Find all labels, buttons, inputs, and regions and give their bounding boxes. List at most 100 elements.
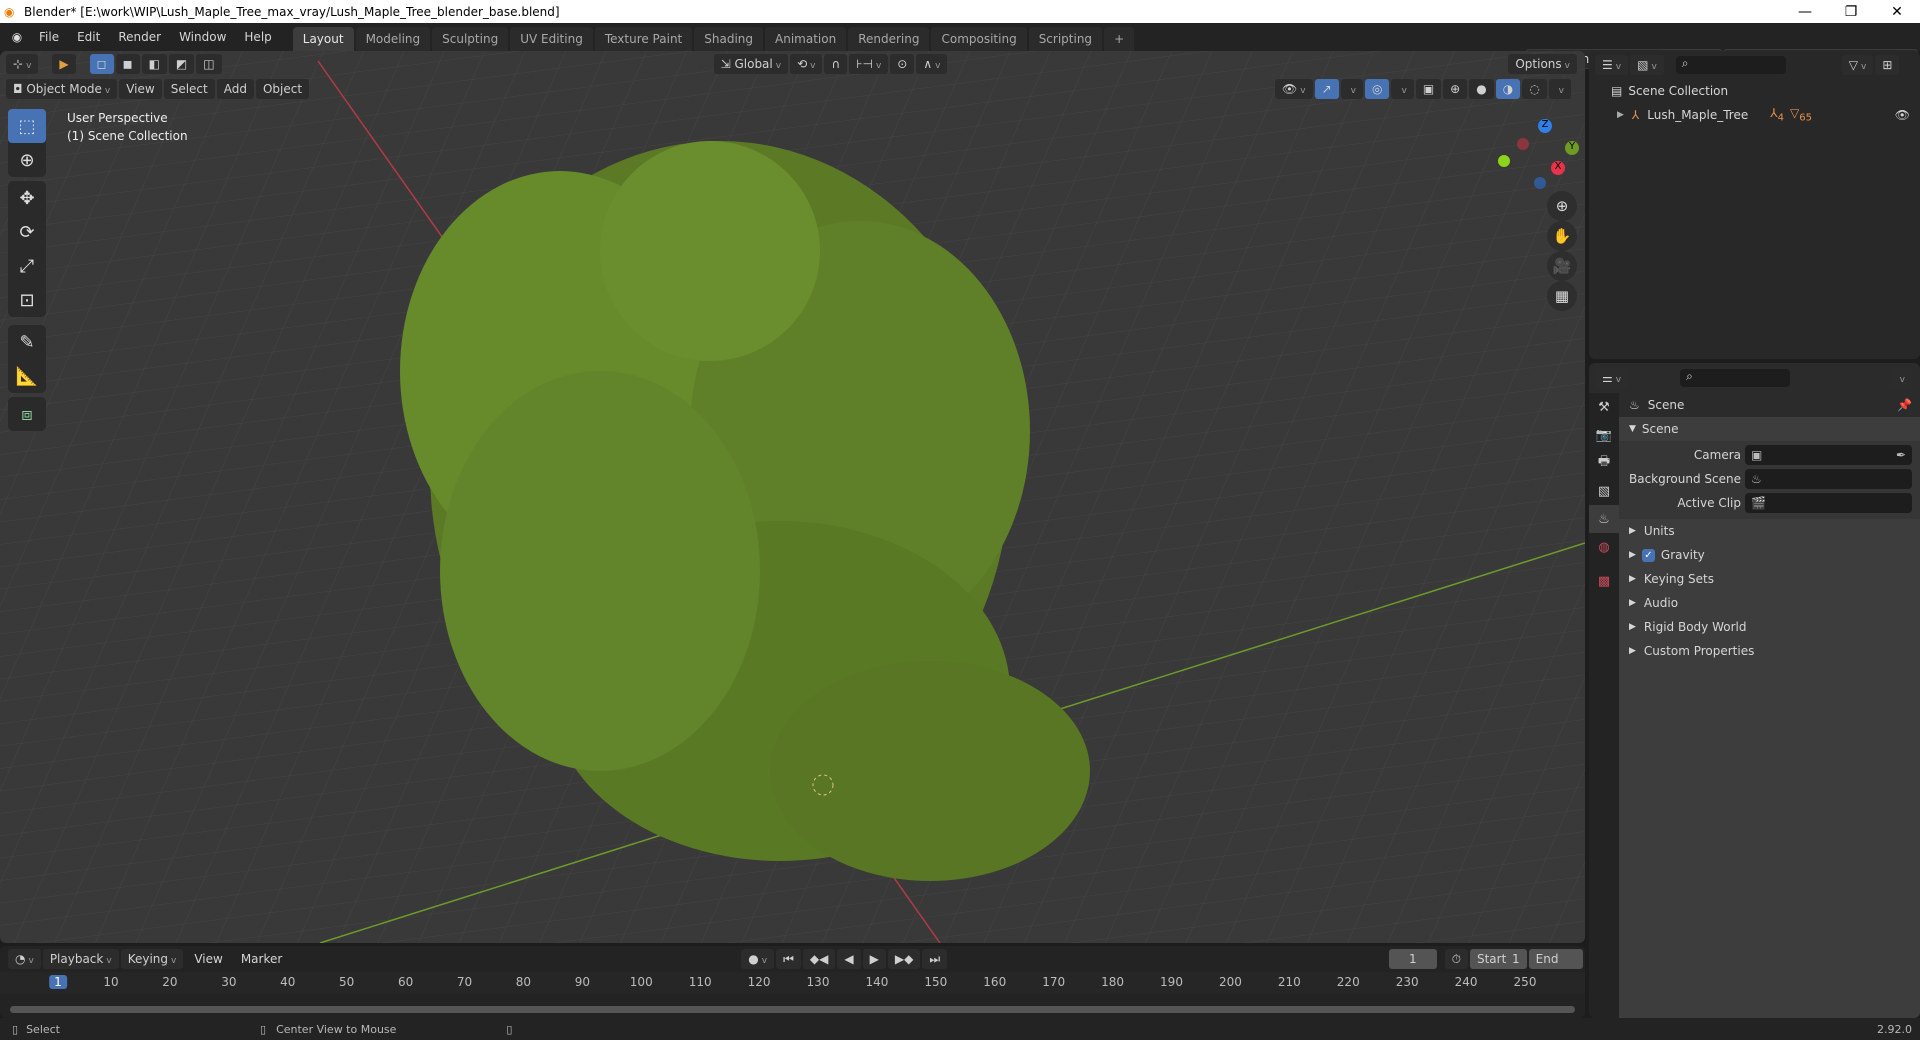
z-axis-icon[interactable]: Z: [1538, 119, 1552, 133]
menu-edit[interactable]: Edit: [68, 25, 109, 49]
keying-menu[interactable]: Keying v: [120, 949, 184, 969]
tab-sculpting[interactable]: Sculpting: [432, 27, 509, 51]
tab-rendering[interactable]: Rendering: [848, 27, 930, 51]
material-shading[interactable]: ◑: [1495, 79, 1521, 99]
outliner-item[interactable]: ▶ ⅄ Lush_Maple_Tree ⅄4 ▽65 👁: [1589, 103, 1920, 127]
next-keyframe-button[interactable]: ▶◆: [887, 949, 921, 969]
visibility-dropdown[interactable]: 👁 v: [1275, 79, 1313, 99]
add-workspace-button[interactable]: +: [1104, 27, 1135, 51]
measure-tool[interactable]: 📐: [8, 359, 46, 393]
menu-help[interactable]: Help: [235, 25, 280, 49]
tab-uv-editing[interactable]: UV Editing: [510, 27, 593, 51]
eyedropper-icon[interactable]: ✒: [1896, 448, 1906, 462]
section-rigid-body-world[interactable]: ▶ Rigid Body World: [1619, 615, 1920, 639]
properties-search-input[interactable]: ⌕: [1680, 369, 1791, 387]
tool-tab-icon[interactable]: ⚒: [1589, 393, 1619, 421]
select-tool-icon[interactable]: ▶: [52, 54, 76, 74]
camera-field[interactable]: ▣ ✒: [1745, 445, 1912, 465]
render-tab-icon[interactable]: 📷: [1589, 421, 1619, 449]
scene-tab-icon[interactable]: ♨: [1589, 505, 1619, 533]
blender-menu-icon[interactable]: ◉: [4, 30, 30, 44]
select-box-tool[interactable]: ⬚: [8, 109, 46, 143]
jump-end-button[interactable]: ⏭: [922, 949, 948, 969]
transform-tool[interactable]: ⊡: [8, 283, 46, 317]
timeline-view-menu[interactable]: View: [185, 947, 231, 971]
menu-add[interactable]: Add: [216, 79, 254, 99]
proportional-edit-toggle[interactable]: ⊙: [890, 54, 915, 74]
end-frame-field[interactable]: End250: [1528, 949, 1583, 986]
y-axis-icon[interactable]: Y: [1565, 141, 1579, 155]
section-gravity[interactable]: ▶ ✓ Gravity: [1619, 543, 1920, 567]
add-cube-tool[interactable]: ⧈: [8, 397, 46, 431]
output-tab-icon[interactable]: 🖶: [1589, 449, 1619, 477]
current-frame-marker[interactable]: 1: [49, 975, 67, 989]
pin-icon[interactable]: 📌: [1897, 398, 1912, 412]
frame-ruler[interactable]: 1 10 20 30 40 50 60 70 80 90 100 110 120 130 140 150 160…: [0, 972, 1585, 994]
active-clip-field[interactable]: 🎬: [1745, 493, 1912, 513]
solid-shading[interactable]: ●: [1469, 79, 1494, 99]
tab-layout[interactable]: Layout: [292, 27, 354, 51]
section-keying-sets[interactable]: ▶ Keying Sets: [1619, 567, 1920, 591]
gravity-checkbox[interactable]: ✓: [1641, 548, 1655, 562]
menu-window[interactable]: Window: [170, 25, 235, 49]
wireframe-shading[interactable]: ⊕: [1443, 79, 1468, 99]
camera-view-icon[interactable]: 🎥: [1547, 251, 1577, 281]
tab-shading[interactable]: Shading: [694, 27, 763, 51]
orientation-dropdown[interactable]: ⇲ Global v: [713, 54, 789, 74]
minimize-button[interactable]: —: [1782, 0, 1828, 23]
tab-scripting[interactable]: Scripting: [1028, 27, 1103, 51]
perspective-toggle-icon[interactable]: ▦: [1547, 281, 1577, 311]
snap-toggle[interactable]: ∩: [824, 54, 848, 74]
pivot-dropdown[interactable]: ⟲ v: [790, 54, 823, 74]
tab-animation[interactable]: Animation: [765, 27, 847, 51]
navigation-gizmo[interactable]: Z Y X: [1495, 111, 1585, 191]
tab-texture-paint[interactable]: Texture Paint: [594, 27, 693, 51]
marker-menu[interactable]: Marker: [232, 947, 291, 971]
pan-hand-icon[interactable]: ✋: [1547, 221, 1577, 251]
editor-type-button[interactable]: ⊹ v: [6, 54, 39, 74]
cursor-tool[interactable]: ⊕: [8, 143, 46, 177]
view-layer-tab-icon[interactable]: ▧: [1589, 477, 1619, 505]
section-units[interactable]: ▶ Units: [1619, 519, 1920, 543]
section-custom-properties[interactable]: ▶ Custom Properties: [1619, 639, 1920, 663]
section-audio[interactable]: ▶ Audio: [1619, 591, 1920, 615]
xray-toggle[interactable]: ▣: [1415, 79, 1442, 99]
close-button[interactable]: ✕: [1874, 0, 1920, 23]
properties-editor-type[interactable]: ⚌ v: [1595, 368, 1629, 388]
snap-target-dropdown[interactable]: ⊦⊣ v: [849, 54, 889, 74]
menu-select[interactable]: Select: [163, 79, 215, 99]
select-mode-new[interactable]: ◻: [89, 54, 114, 74]
rotate-tool[interactable]: ⟳: [8, 215, 46, 249]
stopwatch-icon[interactable]: ⏱: [1444, 949, 1468, 969]
jump-start-button[interactable]: ⏮: [776, 949, 801, 969]
select-mode-subtract[interactable]: ◧: [141, 54, 167, 74]
timeline-scrollbar[interactable]: [10, 1006, 1575, 1013]
overlay-toggle[interactable]: ◎: [1365, 79, 1390, 99]
x-axis-icon[interactable]: X: [1551, 161, 1565, 175]
properties-options-dropdown[interactable]: v: [1889, 368, 1912, 388]
annotate-tool[interactable]: ✎: [8, 325, 46, 359]
menu-render[interactable]: Render: [109, 25, 170, 49]
neg-x-axis-icon[interactable]: [1517, 138, 1529, 150]
zoom-icon[interactable]: ⊕: [1547, 191, 1577, 221]
gizmo-dropdown[interactable]: v: [1340, 79, 1363, 99]
neg-y-axis-icon[interactable]: [1498, 155, 1510, 167]
overlay-dropdown[interactable]: v: [1391, 79, 1414, 99]
select-mode-extend[interactable]: ◼: [115, 54, 140, 74]
start-frame-field[interactable]: Start 1: [1469, 949, 1527, 969]
select-mode-intersect[interactable]: ◫: [196, 54, 222, 74]
filter-dropdown[interactable]: ▽ v: [1841, 55, 1874, 75]
tab-compositing[interactable]: Compositing: [931, 27, 1027, 51]
panel-scene-header[interactable]: ▼ Scene: [1619, 417, 1920, 441]
play-reverse-button[interactable]: ◀: [837, 949, 861, 969]
scale-tool[interactable]: ⤢: [8, 249, 46, 283]
rendered-shading[interactable]: ◌: [1522, 79, 1547, 99]
new-collection-button[interactable]: ⊞: [1875, 55, 1900, 75]
neg-z-axis-icon[interactable]: [1534, 177, 1546, 189]
outliner-editor-type[interactable]: ☰ v: [1595, 55, 1629, 75]
background-scene-field[interactable]: ♨: [1745, 469, 1912, 489]
current-frame-field[interactable]: 1: [1389, 949, 1437, 969]
menu-object[interactable]: Object: [255, 79, 310, 99]
menu-file[interactable]: File: [30, 25, 68, 49]
mode-dropdown[interactable]: ◘ Object Mode v: [6, 79, 118, 99]
